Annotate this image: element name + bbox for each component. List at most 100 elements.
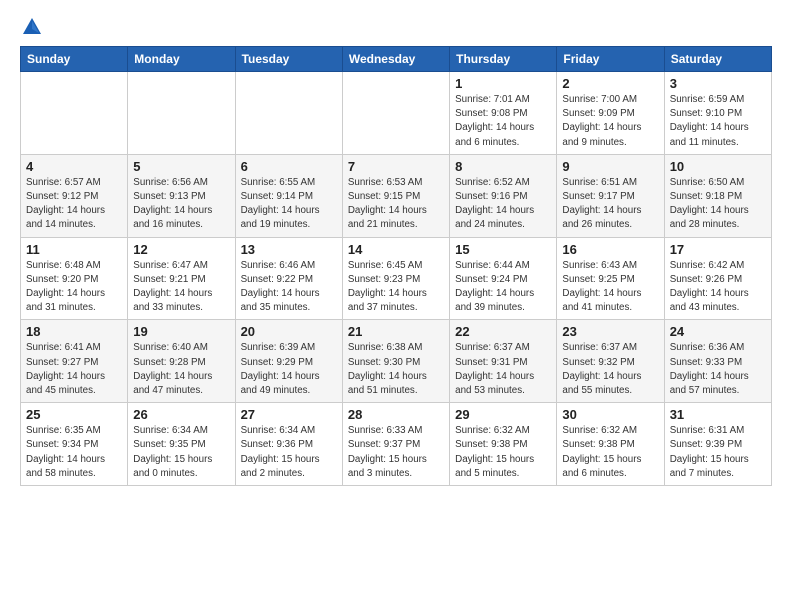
cell-4-3: 20 Sunrise: 6:39 AM Sunset: 9:29 PM Dayli…	[235, 320, 342, 403]
day-info: Sunrise: 6:59 AM Sunset: 9:10 PM Dayligh…	[670, 93, 766, 150]
cell-5-7: 31 Sunrise: 6:31 AM Sunset: 9:39 PM Dayli…	[664, 403, 771, 486]
day-number: 1	[455, 76, 551, 91]
day-info: Sunrise: 6:56 AM Sunset: 9:13 PM Dayligh…	[133, 176, 229, 233]
day-info: Sunrise: 6:53 AM Sunset: 9:15 PM Dayligh…	[348, 176, 444, 233]
day-info: Sunrise: 6:48 AM Sunset: 9:20 PM Dayligh…	[26, 259, 122, 316]
cell-1-4	[342, 72, 449, 155]
cell-2-2: 5Sunrise: 6:56 AM Sunset: 9:13 PM Daylig…	[128, 154, 235, 237]
cell-1-6: 2Sunrise: 7:00 AM Sunset: 9:09 PM Daylig…	[557, 72, 664, 155]
day-info: Sunrise: 6:32 AM Sunset: 9:38 PM Dayligh…	[455, 424, 551, 481]
logo	[20, 16, 44, 38]
day-number: 25	[26, 407, 122, 422]
day-info: Sunrise: 6:36 AM Sunset: 9:33 PM Dayligh…	[670, 341, 766, 398]
cell-4-1: 18Sunrise: 6:41 AM Sunset: 9:27 PM Dayli…	[21, 320, 128, 403]
week-row-5: 25 Sunrise: 6:35 AM Sunset: 9:34 PM Dayli…	[21, 403, 772, 486]
cell-2-6: 9 Sunrise: 6:51 AM Sunset: 9:17 PM Daylig…	[557, 154, 664, 237]
day-number: 12	[133, 242, 229, 257]
header-row: SundayMondayTuesdayWednesdayThursdayFrid…	[21, 47, 772, 72]
day-number: 23	[562, 324, 658, 339]
day-info: Sunrise: 7:01 AM Sunset: 9:08 PM Dayligh…	[455, 93, 551, 150]
day-number: 13	[241, 242, 337, 257]
cell-5-4: 28Sunrise: 6:33 AM Sunset: 9:37 PM Dayli…	[342, 403, 449, 486]
day-info: Sunrise: 6:44 AM Sunset: 9:24 PM Dayligh…	[455, 259, 551, 316]
day-info: Sunrise: 7:00 AM Sunset: 9:09 PM Dayligh…	[562, 93, 658, 150]
cell-5-1: 25 Sunrise: 6:35 AM Sunset: 9:34 PM Dayli…	[21, 403, 128, 486]
cell-1-5: 1 Sunrise: 7:01 AM Sunset: 9:08 PM Daylig…	[450, 72, 557, 155]
day-number: 15	[455, 242, 551, 257]
day-number: 19	[133, 324, 229, 339]
col-header-saturday: Saturday	[664, 47, 771, 72]
day-number: 7	[348, 159, 444, 174]
day-info: Sunrise: 6:46 AM Sunset: 9:22 PM Dayligh…	[241, 259, 337, 316]
week-row-2: 4 Sunrise: 6:57 AM Sunset: 9:12 PM Daylig…	[21, 154, 772, 237]
day-number: 16	[562, 242, 658, 257]
day-number: 28	[348, 407, 444, 422]
cell-5-3: 27Sunrise: 6:34 AM Sunset: 9:36 PM Dayli…	[235, 403, 342, 486]
day-info: Sunrise: 6:45 AM Sunset: 9:23 PM Dayligh…	[348, 259, 444, 316]
cell-5-5: 29 Sunrise: 6:32 AM Sunset: 9:38 PM Dayli…	[450, 403, 557, 486]
day-number: 20	[241, 324, 337, 339]
page: SundayMondayTuesdayWednesdayThursdayFrid…	[0, 0, 792, 612]
day-info: Sunrise: 6:34 AM Sunset: 9:35 PM Dayligh…	[133, 424, 229, 481]
day-number: 9	[562, 159, 658, 174]
day-info: Sunrise: 6:40 AM Sunset: 9:28 PM Dayligh…	[133, 341, 229, 398]
col-header-friday: Friday	[557, 47, 664, 72]
day-info: Sunrise: 6:43 AM Sunset: 9:25 PM Dayligh…	[562, 259, 658, 316]
cell-4-6: 23 Sunrise: 6:37 AM Sunset: 9:32 PM Dayli…	[557, 320, 664, 403]
day-info: Sunrise: 6:51 AM Sunset: 9:17 PM Dayligh…	[562, 176, 658, 233]
day-info: Sunrise: 6:35 AM Sunset: 9:34 PM Dayligh…	[26, 424, 122, 481]
header	[20, 16, 772, 38]
col-header-monday: Monday	[128, 47, 235, 72]
day-number: 6	[241, 159, 337, 174]
cell-3-5: 15 Sunrise: 6:44 AM Sunset: 9:24 PM Dayli…	[450, 237, 557, 320]
cell-3-4: 14 Sunrise: 6:45 AM Sunset: 9:23 PM Dayli…	[342, 237, 449, 320]
week-row-1: 1 Sunrise: 7:01 AM Sunset: 9:08 PM Daylig…	[21, 72, 772, 155]
day-info: Sunrise: 6:57 AM Sunset: 9:12 PM Dayligh…	[26, 176, 122, 233]
cell-3-1: 11 Sunrise: 6:48 AM Sunset: 9:20 PM Dayli…	[21, 237, 128, 320]
day-number: 3	[670, 76, 766, 91]
day-info: Sunrise: 6:55 AM Sunset: 9:14 PM Dayligh…	[241, 176, 337, 233]
day-info: Sunrise: 6:42 AM Sunset: 9:26 PM Dayligh…	[670, 259, 766, 316]
cell-1-2	[128, 72, 235, 155]
day-number: 26	[133, 407, 229, 422]
cell-3-2: 12 Sunrise: 6:47 AM Sunset: 9:21 PM Dayli…	[128, 237, 235, 320]
cell-4-5: 22 Sunrise: 6:37 AM Sunset: 9:31 PM Dayli…	[450, 320, 557, 403]
week-row-3: 11 Sunrise: 6:48 AM Sunset: 9:20 PM Dayli…	[21, 237, 772, 320]
day-number: 11	[26, 242, 122, 257]
cell-5-6: 30Sunrise: 6:32 AM Sunset: 9:38 PM Dayli…	[557, 403, 664, 486]
cell-1-7: 3 Sunrise: 6:59 AM Sunset: 9:10 PM Daylig…	[664, 72, 771, 155]
day-number: 31	[670, 407, 766, 422]
col-header-sunday: Sunday	[21, 47, 128, 72]
day-info: Sunrise: 6:37 AM Sunset: 9:31 PM Dayligh…	[455, 341, 551, 398]
day-number: 17	[670, 242, 766, 257]
day-number: 21	[348, 324, 444, 339]
day-info: Sunrise: 6:47 AM Sunset: 9:21 PM Dayligh…	[133, 259, 229, 316]
cell-1-1	[21, 72, 128, 155]
cell-2-3: 6 Sunrise: 6:55 AM Sunset: 9:14 PM Daylig…	[235, 154, 342, 237]
cell-1-3	[235, 72, 342, 155]
day-number: 10	[670, 159, 766, 174]
col-header-tuesday: Tuesday	[235, 47, 342, 72]
day-info: Sunrise: 6:31 AM Sunset: 9:39 PM Dayligh…	[670, 424, 766, 481]
cell-2-1: 4 Sunrise: 6:57 AM Sunset: 9:12 PM Daylig…	[21, 154, 128, 237]
day-number: 29	[455, 407, 551, 422]
week-row-4: 18Sunrise: 6:41 AM Sunset: 9:27 PM Dayli…	[21, 320, 772, 403]
col-header-thursday: Thursday	[450, 47, 557, 72]
cell-3-3: 13 Sunrise: 6:46 AM Sunset: 9:22 PM Dayli…	[235, 237, 342, 320]
logo-icon	[21, 16, 43, 38]
day-info: Sunrise: 6:39 AM Sunset: 9:29 PM Dayligh…	[241, 341, 337, 398]
day-info: Sunrise: 6:37 AM Sunset: 9:32 PM Dayligh…	[562, 341, 658, 398]
day-number: 22	[455, 324, 551, 339]
cell-2-5: 8 Sunrise: 6:52 AM Sunset: 9:16 PM Daylig…	[450, 154, 557, 237]
day-info: Sunrise: 6:52 AM Sunset: 9:16 PM Dayligh…	[455, 176, 551, 233]
day-number: 4	[26, 159, 122, 174]
day-number: 30	[562, 407, 658, 422]
day-number: 14	[348, 242, 444, 257]
day-number: 8	[455, 159, 551, 174]
cell-2-7: 10 Sunrise: 6:50 AM Sunset: 9:18 PM Dayli…	[664, 154, 771, 237]
day-info: Sunrise: 6:50 AM Sunset: 9:18 PM Dayligh…	[670, 176, 766, 233]
cell-4-4: 21Sunrise: 6:38 AM Sunset: 9:30 PM Dayli…	[342, 320, 449, 403]
cell-5-2: 26 Sunrise: 6:34 AM Sunset: 9:35 PM Dayli…	[128, 403, 235, 486]
calendar-table: SundayMondayTuesdayWednesdayThursdayFrid…	[20, 46, 772, 486]
cell-3-7: 17 Sunrise: 6:42 AM Sunset: 9:26 PM Dayli…	[664, 237, 771, 320]
